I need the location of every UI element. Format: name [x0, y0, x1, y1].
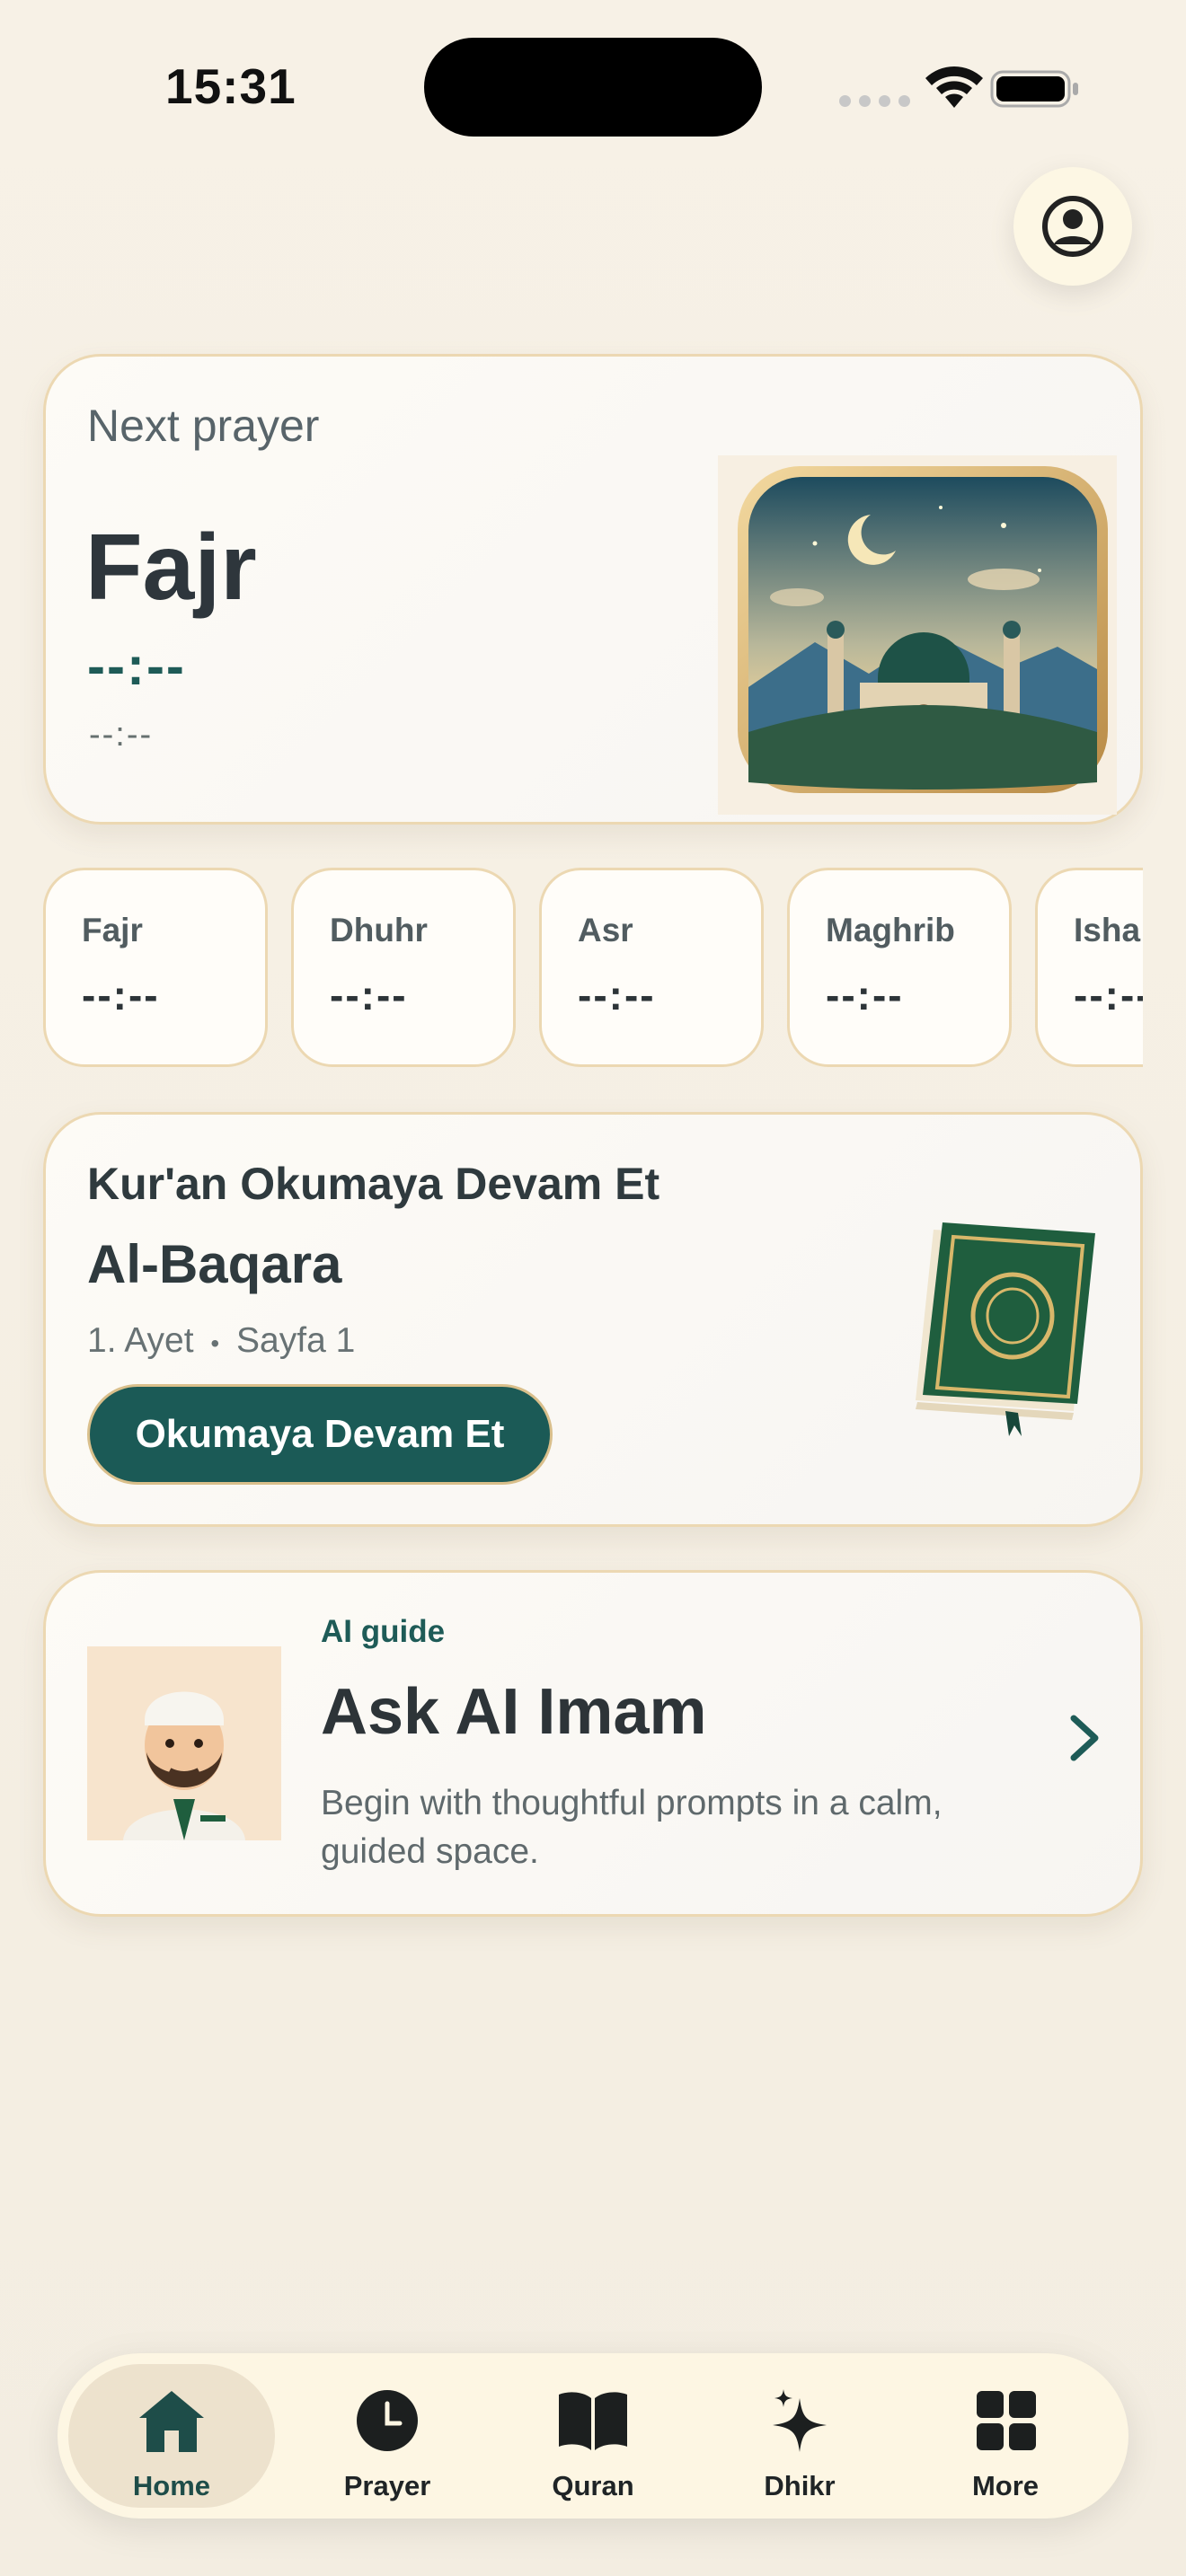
prayer-name: Fajr: [82, 912, 143, 948]
ayah-number: 1. Ayet: [87, 1321, 194, 1360]
mosque-icon: [738, 466, 1108, 793]
prayer-time: --:--: [82, 972, 160, 1019]
ai-imam-description: Begin with thoughtful prompts in a calm,…: [321, 1784, 943, 1871]
meta-separator: •: [210, 1329, 220, 1357]
prayer-pill-fajr[interactable]: Fajr --:--: [43, 868, 268, 1067]
prayer-pill-isha[interactable]: Isha --:--: [1035, 868, 1143, 1067]
chevron-right-icon[interactable]: [1059, 1709, 1110, 1767]
ai-guide-tag: AI guide: [321, 1614, 446, 1649]
prayer-pill-asr[interactable]: Asr --:--: [539, 868, 764, 1067]
grid-icon: [977, 2391, 1036, 2450]
imam-avatar: [87, 1646, 281, 1840]
tab-prayer[interactable]: Prayer: [284, 2364, 491, 2508]
status-time: 15:31: [165, 58, 296, 114]
reading-position: 1. Ayet • Sayfa 1: [87, 1321, 355, 1361]
tab-bar: Home Prayer Quran Dhikr More: [58, 2353, 1128, 2519]
next-prayer-label: Next prayer: [87, 401, 320, 451]
tab-label: Quran: [552, 2470, 634, 2501]
tab-label: Prayer: [343, 2470, 431, 2501]
dynamic-island: [424, 38, 762, 137]
ai-imam-card[interactable]: AI guide Ask AI Imam Begin with thoughtf…: [43, 1570, 1143, 1917]
continue-reading-card[interactable]: Kur'an Okumaya Devam Et Al-Baqara 1. Aye…: [43, 1112, 1143, 1527]
next-prayer-name: Fajr: [85, 516, 257, 620]
tab-label: Home: [132, 2470, 211, 2501]
quran-book-icon: [916, 1222, 1095, 1436]
status-indicators: [839, 66, 1082, 110]
prayer-time: --:--: [826, 972, 904, 1019]
page-number: Sayfa 1: [236, 1321, 356, 1360]
prayer-name: Asr: [578, 912, 633, 948]
mosque-illustration: [718, 455, 1117, 815]
tab-label: More: [971, 2470, 1040, 2501]
prayer-time: --:--: [330, 972, 408, 1019]
tab-quran[interactable]: Quran: [490, 2364, 696, 2508]
continue-reading-button[interactable]: Okumaya Devam Et: [87, 1384, 553, 1485]
next-prayer-countdown: --:--: [89, 716, 154, 754]
surah-name: Al-Baqara: [87, 1234, 342, 1294]
continue-reading-title: Kur'an Okumaya Devam Et: [87, 1159, 660, 1209]
imam-avatar-icon: [123, 1691, 245, 1840]
prayer-time: --:--: [1074, 972, 1143, 1019]
prayer-name: Maghrib: [826, 912, 955, 948]
signal-icon: [839, 95, 915, 108]
prayer-name: Isha: [1074, 912, 1141, 948]
profile-button[interactable]: [1013, 167, 1132, 286]
ai-imam-title: Ask AI Imam: [321, 1676, 707, 1748]
battery-icon: [990, 70, 1078, 108]
prayer-times-strip[interactable]: Fajr --:-- Dhuhr --:-- Asr --:-- Maghrib…: [43, 868, 1143, 1071]
prayer-pill-maghrib[interactable]: Maghrib --:--: [787, 868, 1012, 1067]
tab-dhikr[interactable]: Dhikr: [696, 2364, 903, 2508]
user-circle-icon: [1042, 196, 1103, 257]
clock-icon: [357, 2390, 418, 2451]
prayer-time: --:--: [578, 972, 656, 1019]
prayer-name: Dhuhr: [330, 912, 428, 948]
next-prayer-time: --:--: [87, 636, 186, 696]
tab-home[interactable]: Home: [68, 2364, 275, 2508]
next-prayer-card[interactable]: Next prayer Fajr --:-- --:--: [43, 354, 1143, 825]
prayer-pill-dhuhr[interactable]: Dhuhr --:--: [291, 868, 516, 1067]
tab-label: Dhikr: [764, 2470, 836, 2501]
wifi-icon: [925, 66, 983, 108]
tab-more[interactable]: More: [902, 2364, 1109, 2508]
sparkle-icon: [773, 2389, 827, 2452]
book-icon: [559, 2392, 627, 2450]
home-icon: [139, 2391, 204, 2452]
